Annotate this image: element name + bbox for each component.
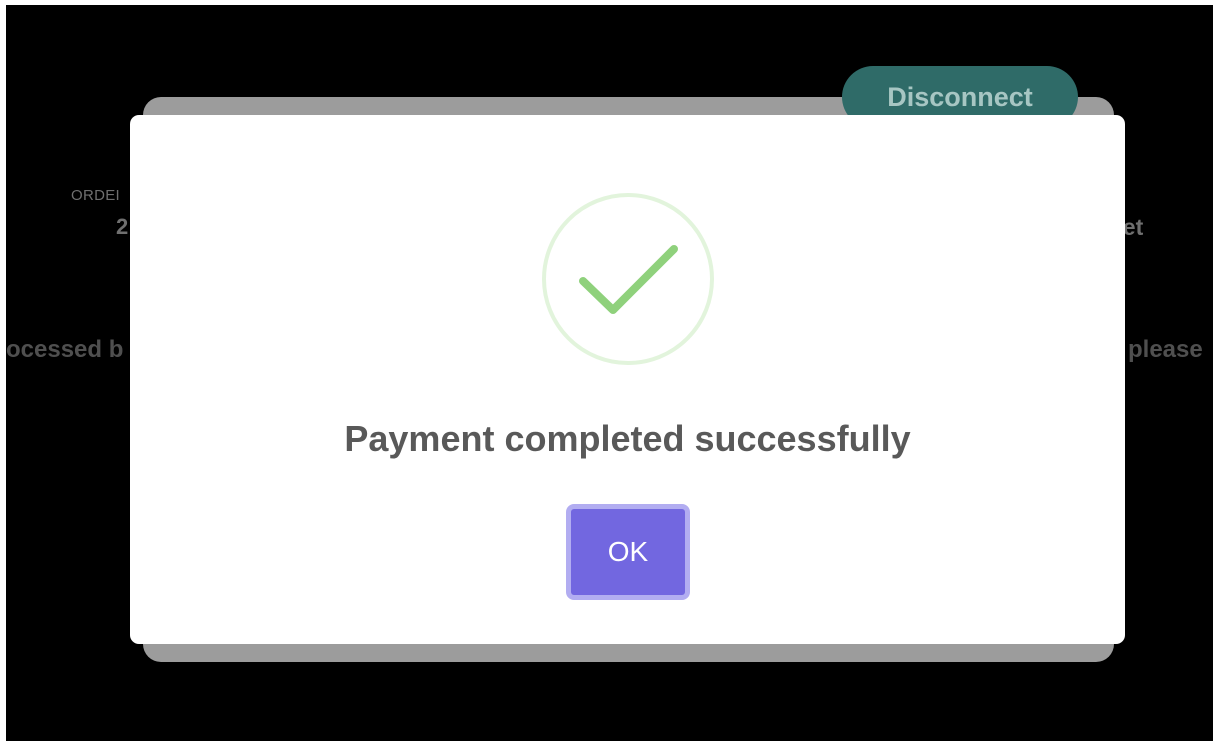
order-label: ORDEI [71,187,121,204]
please-text: please [1128,336,1203,363]
order-value: 2 [116,214,129,239]
payment-success-dialog: Payment completed successfully OK [130,115,1125,644]
ok-button[interactable]: OK [566,504,690,600]
processed-text: ocessed b [6,336,124,363]
checkmark-circle-icon [542,193,714,365]
dialog-title: Payment completed successfully [344,418,911,459]
viewport: Disconnect ORDEI 2 llet ocessed b please… [6,5,1213,741]
